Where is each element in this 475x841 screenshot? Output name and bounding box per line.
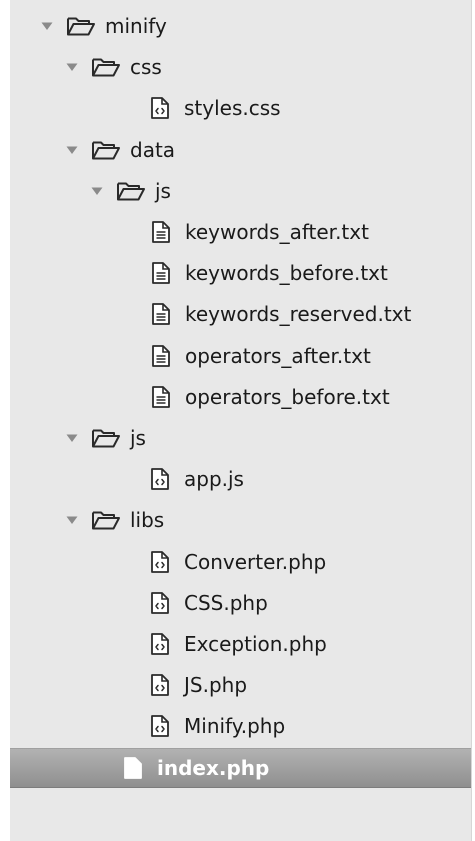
code-file-icon — [150, 550, 170, 574]
disclosure-triangle-expanded-icon[interactable] — [65, 513, 79, 527]
folder-open-icon — [66, 14, 96, 38]
file-row-operators-before-txt[interactable]: operators_before.txt — [10, 377, 475, 417]
file-row-js-php[interactable]: JS.php — [10, 665, 475, 705]
folder-open-icon — [91, 55, 121, 79]
code-file-icon — [123, 756, 143, 780]
file-tree: minify css styles.css data js keywords_after.… — [10, 0, 472, 841]
disclosure-triangle-expanded-icon[interactable] — [40, 19, 54, 33]
file-row-operators-after-txt[interactable]: operators_after.txt — [10, 336, 475, 376]
text-file-icon — [151, 220, 171, 244]
file-label: Minify.php — [184, 714, 286, 739]
disclosure-triangle-expanded-icon[interactable] — [65, 143, 79, 157]
file-label: CSS.php — [184, 590, 268, 615]
code-file-icon — [150, 467, 170, 491]
folder-row-js[interactable]: js — [10, 418, 475, 458]
file-row-converter-php[interactable]: Converter.php — [10, 542, 475, 582]
code-file-icon — [150, 714, 170, 738]
folder-row-data[interactable]: data — [10, 130, 475, 170]
file-row-app-js[interactable]: app.js — [10, 459, 475, 499]
code-file-icon — [150, 673, 170, 697]
folder-row-css[interactable]: css — [10, 47, 475, 87]
file-label: index.php — [157, 755, 270, 780]
file-row-minify-php[interactable]: Minify.php — [10, 706, 475, 746]
file-label: keywords_reserved.txt — [185, 302, 412, 327]
file-label: operators_before.txt — [185, 384, 390, 409]
code-file-icon — [150, 591, 170, 615]
folder-open-icon — [91, 138, 121, 162]
code-file-icon — [150, 632, 170, 656]
folder-row-js[interactable]: js — [10, 171, 475, 211]
folder-row-minify[interactable]: minify — [10, 6, 475, 46]
file-row-exception-php[interactable]: Exception.php — [10, 624, 475, 664]
disclosure-triangle-expanded-icon[interactable] — [65, 431, 79, 445]
text-file-icon — [151, 302, 171, 326]
file-label: app.js — [184, 467, 244, 492]
file-label: keywords_after.txt — [185, 220, 369, 244]
folder-label: data — [130, 137, 176, 162]
folder-label: js — [155, 178, 171, 203]
file-row-styles-css[interactable]: styles.css — [10, 88, 475, 128]
text-file-icon — [151, 385, 171, 409]
folder-label: css — [130, 55, 162, 80]
file-label: keywords_before.txt — [185, 261, 388, 286]
file-label: Converter.php — [184, 549, 327, 574]
file-row-keywords-after-txt[interactable]: keywords_after.txt — [10, 212, 475, 252]
folder-label: minify — [105, 14, 167, 38]
folder-open-icon — [91, 508, 121, 532]
text-file-icon — [151, 344, 171, 368]
file-label: styles.css — [184, 96, 281, 121]
file-label: JS.php — [184, 673, 248, 698]
file-label: Exception.php — [184, 632, 327, 656]
folder-row-libs[interactable]: libs — [10, 500, 475, 540]
folder-open-icon — [116, 179, 146, 203]
folder-label: js — [130, 426, 146, 450]
file-row-css-php[interactable]: CSS.php — [10, 583, 475, 623]
code-file-icon — [150, 96, 170, 120]
folder-open-icon — [91, 426, 121, 450]
file-row-index-php[interactable]: index.php — [10, 747, 472, 788]
file-label: operators_after.txt — [185, 343, 371, 368]
folder-label: libs — [130, 508, 165, 533]
file-row-keywords-before-txt[interactable]: keywords_before.txt — [10, 253, 475, 293]
disclosure-triangle-expanded-icon[interactable] — [90, 184, 104, 198]
text-file-icon — [151, 261, 171, 285]
file-row-keywords-reserved-txt[interactable]: keywords_reserved.txt — [10, 294, 475, 334]
disclosure-triangle-expanded-icon[interactable] — [65, 60, 79, 74]
